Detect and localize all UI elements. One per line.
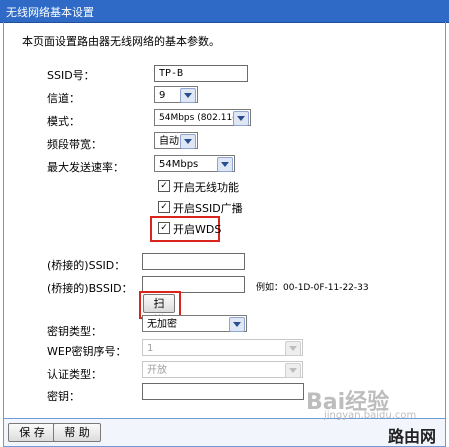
enable-wireless-label: 开启无线功能 bbox=[173, 181, 239, 194]
enable-ssid-broadcast-checkbox[interactable]: ✓ bbox=[158, 201, 170, 213]
mode-value: 54Mbps (802.11g) bbox=[159, 113, 242, 123]
bandwidth-select[interactable]: 自动 bbox=[154, 132, 198, 149]
bssid-example: 例如：00-1D-0F-11-22-33 bbox=[256, 283, 369, 293]
auth-type-label: 认证类型： bbox=[47, 368, 102, 381]
enable-wireless-checkbox[interactable]: ✓ bbox=[158, 180, 170, 192]
chevron-down-icon bbox=[285, 363, 301, 378]
bridged-ssid-label: (桥接的)SSID： bbox=[47, 259, 126, 272]
max-rate-label: 最大发送速率： bbox=[47, 161, 124, 174]
wep-index-value: 1 bbox=[147, 343, 154, 354]
channel-value: 9 bbox=[159, 90, 166, 101]
bridged-ssid-input[interactable] bbox=[142, 253, 245, 270]
bandwidth-value: 自动 bbox=[159, 136, 179, 147]
scan-button[interactable]: 扫描 bbox=[143, 294, 175, 327]
site-watermark: 路由网 bbox=[388, 427, 437, 446]
chevron-down-icon bbox=[285, 341, 301, 356]
channel-label: 信道： bbox=[47, 92, 80, 105]
mode-select[interactable]: 54Mbps (802.11g) bbox=[154, 109, 251, 126]
key-type-value: 无加密 bbox=[147, 319, 177, 330]
wep-index-label: WEP密钥序号： bbox=[47, 345, 127, 358]
intro-text: 本页面设置路由器无线网络的基本参数。 bbox=[22, 35, 220, 48]
auth-type-select[interactable]: 开放 bbox=[142, 361, 303, 378]
ssid-label: SSID号： bbox=[47, 69, 95, 82]
key-input[interactable] bbox=[142, 383, 304, 400]
save-button[interactable]: 保 存 bbox=[8, 423, 56, 442]
chevron-down-icon bbox=[217, 157, 233, 172]
max-rate-value: 54Mbps bbox=[159, 159, 199, 170]
key-type-select[interactable]: 无加密 bbox=[142, 315, 247, 332]
channel-select[interactable]: 9 bbox=[154, 86, 198, 103]
mode-label: 模式： bbox=[47, 115, 80, 128]
window-title: 无线网络基本设置 bbox=[6, 6, 94, 19]
enable-ssid-broadcast-label: 开启SSID广播 bbox=[173, 202, 243, 215]
bridged-bssid-label: (桥接的)BSSID： bbox=[47, 282, 133, 295]
chevron-down-icon bbox=[180, 134, 196, 149]
ssid-input[interactable]: TP-B bbox=[154, 65, 248, 82]
chevron-down-icon bbox=[229, 317, 245, 332]
title-bar: 无线网络基本设置 bbox=[0, 0, 449, 23]
chevron-down-icon bbox=[233, 111, 249, 126]
baidu-url-watermark: jingyan.baidu.com bbox=[324, 410, 417, 421]
chevron-down-icon bbox=[180, 88, 196, 103]
auth-type-value: 开放 bbox=[147, 365, 167, 376]
help-button[interactable]: 帮 助 bbox=[53, 423, 101, 442]
bandwidth-label: 频段带宽： bbox=[47, 138, 102, 151]
max-rate-select[interactable]: 54Mbps bbox=[154, 155, 235, 172]
enable-wds-checkbox[interactable]: ✓ bbox=[158, 222, 170, 234]
key-label: 密钥： bbox=[47, 390, 80, 403]
wep-index-select[interactable]: 1 bbox=[142, 339, 303, 356]
enable-wds-label: 开启WDS bbox=[173, 223, 222, 236]
key-type-label: 密钥类型： bbox=[47, 325, 102, 338]
